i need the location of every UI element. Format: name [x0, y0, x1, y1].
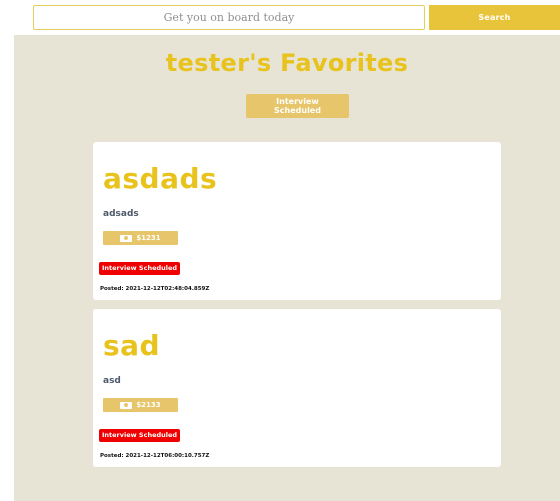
search-input[interactable]	[33, 5, 425, 30]
top-search-bar: Search	[0, 0, 560, 35]
salary-badge: $2133	[103, 398, 178, 412]
posted-date: Posted: 2021-12-12T02:48:04.859Z	[100, 286, 210, 292]
job-card[interactable]: sad asd $2133 Interview Scheduled Posted…	[93, 309, 501, 467]
search-button[interactable]: Search	[429, 5, 560, 30]
job-title: sad	[103, 329, 161, 362]
salary-value: $1231	[136, 234, 161, 242]
job-card[interactable]: asdads adsads $1231 Interview Scheduled …	[93, 142, 501, 300]
status-badge: Interview Scheduled	[99, 262, 181, 275]
salary-badge: $1231	[103, 231, 178, 245]
favorites-page: tester's Favorites Interview Scheduled a…	[14, 35, 560, 501]
posted-date: Posted: 2021-12-12T06:00:10.757Z	[100, 453, 210, 459]
company-name: adsads	[103, 209, 139, 219]
money-icon	[120, 401, 133, 409]
interview-scheduled-filter-button[interactable]: Interview Scheduled	[246, 94, 349, 118]
company-name: asd	[103, 376, 121, 386]
page-title: tester's Favorites	[165, 49, 409, 77]
money-icon	[120, 234, 133, 242]
status-badge: Interview Scheduled	[99, 429, 181, 442]
job-title: asdads	[103, 162, 218, 195]
salary-value: $2133	[136, 401, 161, 409]
